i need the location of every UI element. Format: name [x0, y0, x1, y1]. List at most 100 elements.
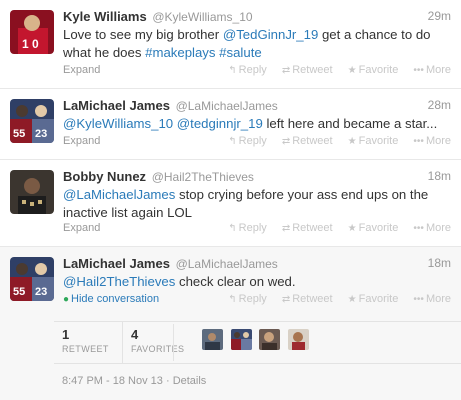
- reply-button[interactable]: ↰ Reply: [228, 135, 267, 147]
- more-button[interactable]: ••• More: [413, 293, 451, 305]
- favorite-label: Favorite: [358, 135, 399, 147]
- tweet-time[interactable]: 18m: [428, 169, 451, 183]
- reply-icon: ↰: [228, 223, 237, 234]
- avatar[interactable]: [10, 170, 54, 214]
- mention-link[interactable]: @Hail2TheThieves: [63, 274, 175, 289]
- expand-link[interactable]: Expand: [63, 135, 100, 147]
- retweet-count-label: RETWEET: [62, 344, 109, 354]
- mention-link[interactable]: @tedginnjr_19: [177, 116, 263, 131]
- more-dots-icon: •••: [413, 223, 424, 234]
- retweet-icon: ⇄: [281, 136, 291, 147]
- tweet-header: Bobby Nunez @Hail2TheThieves 18m: [63, 169, 451, 187]
- tweet-time[interactable]: 18m: [428, 256, 451, 270]
- hashtag-link[interactable]: #makeplays: [145, 45, 215, 60]
- tweet-text: @LaMichaelJames stop crying before your …: [63, 186, 449, 222]
- reply-icon: ↰: [228, 136, 237, 147]
- more-label: More: [425, 64, 451, 76]
- more-label: More: [425, 135, 451, 147]
- avatar[interactable]: 55 23: [10, 257, 54, 301]
- more-dots-icon: •••: [413, 294, 424, 305]
- favorite-label: Favorite: [358, 293, 399, 305]
- reply-button[interactable]: ↰ Reply: [228, 64, 267, 76]
- tweet-username[interactable]: @LaMichaelJames: [176, 257, 278, 271]
- hide-conversation-link[interactable]: ● Hide conversation: [63, 293, 159, 305]
- favorite-button[interactable]: ★ Favorite: [348, 293, 399, 305]
- tweet-text: Love to see my big brother @TedGinnJr_19…: [63, 26, 449, 62]
- svg-text:23: 23: [35, 286, 47, 298]
- hashtag-link[interactable]: #salute: [219, 45, 262, 60]
- favorite-count[interactable]: 4 FAVORITES: [122, 322, 192, 363]
- reply-label: Reply: [238, 293, 267, 305]
- tweet-username[interactable]: @LaMichaelJames: [176, 99, 278, 113]
- retweet-label: Retweet: [292, 64, 333, 76]
- avatar[interactable]: 1 0: [10, 10, 54, 54]
- favorite-button[interactable]: ★ Favorite: [348, 222, 399, 234]
- reply-label: Reply: [238, 135, 267, 147]
- reply-label: Reply: [238, 222, 267, 234]
- tweet-3[interactable]: Bobby Nunez @Hail2TheThieves 18m @LaMich…: [0, 160, 461, 247]
- tweet-header: Kyle Williams @KyleWilliams_10 29m: [63, 9, 451, 27]
- divider: [173, 324, 174, 361]
- tweet-actions: Expand ↰ Reply ⇄ Retweet ★ Favorite ••• More: [63, 135, 451, 151]
- retweet-button[interactable]: ⇄ Retweet: [282, 135, 333, 147]
- tweet-username[interactable]: @KyleWilliams_10: [152, 10, 252, 24]
- tweet-text-segment: check clear on wed.: [175, 274, 296, 289]
- retweet-button[interactable]: ⇄ Retweet: [282, 293, 333, 305]
- favorite-button[interactable]: ★ Favorite: [348, 64, 399, 76]
- reply-label: Reply: [238, 64, 267, 76]
- tweet-fullname[interactable]: Bobby Nunez: [63, 169, 146, 184]
- separator-dot: ·: [165, 375, 173, 387]
- svg-text:55: 55: [13, 286, 25, 298]
- favoriter-avatar[interactable]: [202, 329, 223, 350]
- tweet-username[interactable]: @Hail2TheThieves: [152, 170, 254, 184]
- tweet-1[interactable]: 1 0 Kyle Williams @KyleWilliams_10 29m L…: [0, 0, 461, 89]
- tweet-text: @Hail2TheThieves check clear on wed.: [63, 273, 449, 291]
- more-button[interactable]: ••• More: [413, 222, 451, 234]
- avatar[interactable]: 55 23: [10, 99, 54, 143]
- tweet-time[interactable]: 29m: [428, 9, 451, 23]
- mention-link[interactable]: @LaMichaelJames: [63, 187, 175, 202]
- retweet-button[interactable]: ⇄ Retweet: [282, 64, 333, 76]
- tweet-timestamp[interactable]: 8:47 PM - 18 Nov 13: [62, 375, 163, 387]
- retweet-label: Retweet: [292, 222, 333, 234]
- mention-link[interactable]: @TedGinnJr_19: [223, 27, 319, 42]
- retweet-button[interactable]: ⇄ Retweet: [282, 222, 333, 234]
- favoriter-avatar[interactable]: [230, 329, 252, 350]
- conversation-icon: ●: [63, 294, 70, 305]
- favoriters-list: [202, 329, 313, 350]
- tweet-2[interactable]: 55 23 LaMichael James @LaMichaelJames 28…: [0, 89, 461, 160]
- favoriter-avatar-icon: [202, 329, 223, 350]
- mention-link[interactable]: @KyleWilliams_10: [63, 116, 173, 131]
- tweet-stats: 1 RETWEET 4 FAVORITES: [54, 321, 461, 364]
- avatar-image-icon: [10, 170, 54, 214]
- more-button[interactable]: ••• More: [413, 64, 451, 76]
- svg-text:1: 1: [22, 37, 29, 51]
- tweet-text-segment: left here and became a star...: [262, 116, 438, 131]
- star-icon: ★: [347, 223, 357, 234]
- tweet-text: @KyleWilliams_10 @tedginnjr_19 left here…: [63, 115, 449, 133]
- reply-button[interactable]: ↰ Reply: [228, 222, 267, 234]
- more-dots-icon: •••: [413, 65, 424, 76]
- favoriter-avatar[interactable]: [287, 329, 309, 350]
- hide-conversation-label: Hide conversation: [71, 293, 160, 305]
- tweet-fullname[interactable]: Kyle Williams: [63, 9, 147, 24]
- star-icon: ★: [347, 136, 357, 147]
- tweet-fullname[interactable]: LaMichael James: [63, 98, 170, 113]
- more-label: More: [425, 222, 451, 234]
- more-button[interactable]: ••• More: [413, 135, 451, 147]
- tweet-timestamp-row: 8:47 PM - 18 Nov 13 · Details: [62, 375, 206, 387]
- favorite-button[interactable]: ★ Favorite: [348, 135, 399, 147]
- details-link[interactable]: Details: [173, 375, 207, 387]
- retweet-label: Retweet: [292, 135, 333, 147]
- expand-link[interactable]: Expand: [63, 64, 100, 76]
- expand-link[interactable]: Expand: [63, 222, 100, 234]
- retweet-count[interactable]: 1 RETWEET: [54, 322, 114, 363]
- favoriter-avatar[interactable]: [259, 329, 281, 350]
- retweet-icon: ⇄: [281, 294, 291, 305]
- retweet-icon: ⇄: [281, 223, 291, 234]
- tweet-time[interactable]: 28m: [428, 98, 451, 112]
- tweet-fullname[interactable]: LaMichael James: [63, 256, 170, 271]
- reply-button[interactable]: ↰ Reply: [228, 293, 267, 305]
- tweet-header: LaMichael James @LaMichaelJames 28m: [63, 98, 451, 116]
- tweet-actions: ● Hide conversation ↰ Reply ⇄ Retweet ★ Favo…: [63, 293, 451, 309]
